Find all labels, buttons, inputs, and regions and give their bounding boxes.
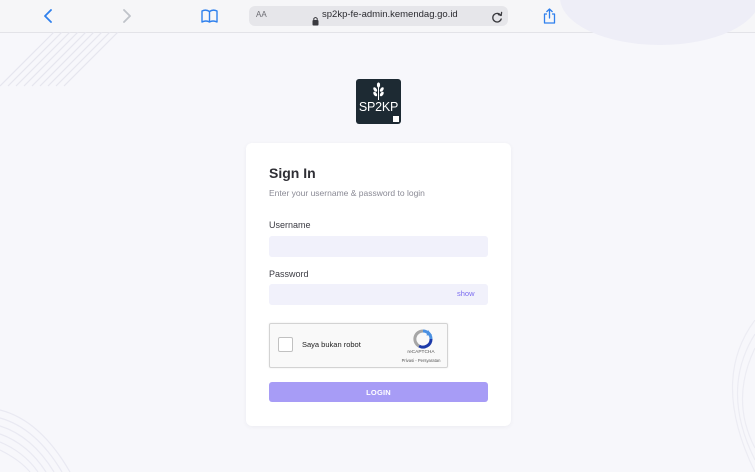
sign-in-card: Sign In Enter your username & password t… [246,143,511,426]
background-blob-top-right [560,0,755,45]
recaptcha-label: Saya bukan robot [302,340,361,349]
show-password-link[interactable]: show [457,289,475,298]
back-icon[interactable] [37,6,59,26]
page-subtitle: Enter your username & password to login [269,188,425,198]
reload-icon[interactable] [491,9,503,28]
username-label: Username [269,220,311,230]
background-arcs-bottom-right [732,320,755,472]
recaptcha-links[interactable]: Privasi - Persyaratan [394,358,448,363]
text-size-button[interactable]: AA [256,10,267,19]
login-button[interactable]: LOGIN [269,382,488,402]
background-stripes-top-left [0,32,119,87]
password-label: Password [269,269,309,279]
url-text: sp2kp-fe-admin.kemendag.go.id [322,9,458,20]
app-logo: SP2KP [356,79,401,124]
logo-corner-mark [392,115,400,123]
wheat-icon [373,82,384,100]
lock-icon [312,11,319,30]
address-bar[interactable]: AA sp2kp-fe-admin.kemendag.go.id [249,6,508,26]
recaptcha-widget: Saya bukan robot reCAPTCHA Privasi - Per… [269,323,448,368]
background-arcs-bottom-left [0,409,71,472]
logo-text: SP2KP [358,100,399,114]
share-icon[interactable] [538,6,560,26]
forward-icon[interactable] [116,6,138,26]
bookmarks-icon[interactable] [198,6,220,26]
username-input[interactable] [269,236,488,257]
password-input[interactable] [269,284,488,305]
recaptcha-checkbox[interactable] [278,337,293,352]
recaptcha-brand: reCAPTCHA [407,350,435,355]
recaptcha-logo-icon [413,329,433,349]
page-title: Sign In [269,165,316,181]
